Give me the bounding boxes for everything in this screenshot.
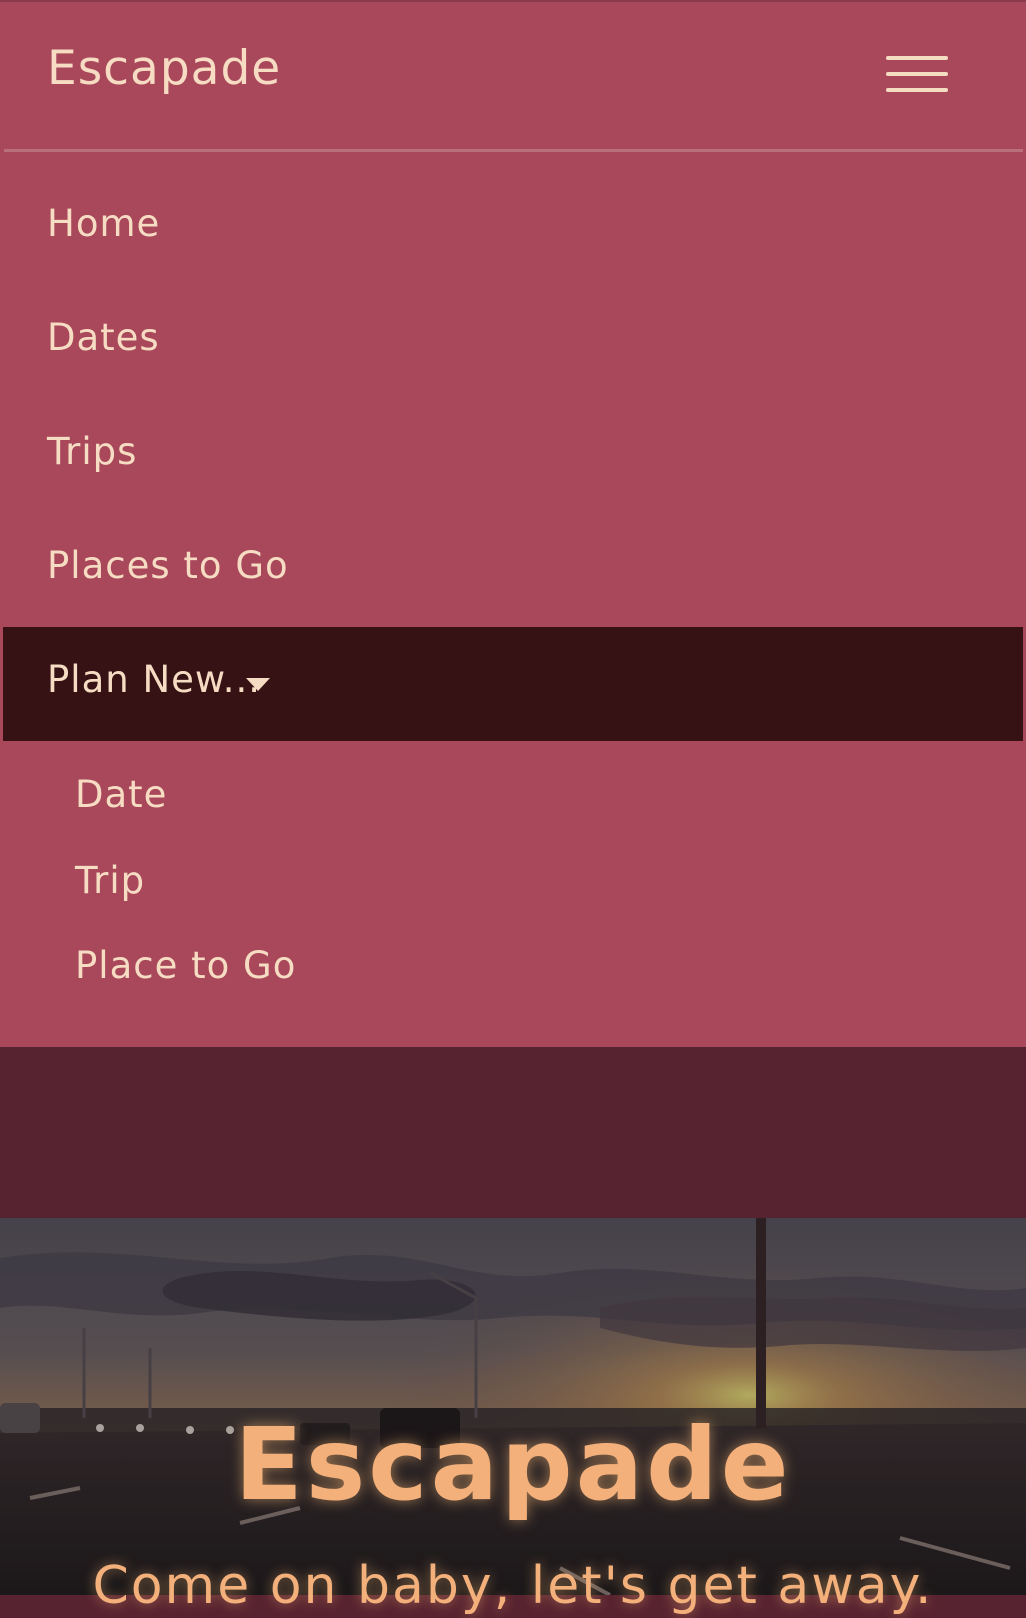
hero-subtitle: Come on baby, let's get away. [92,1556,934,1616]
hamburger-icon-bar [886,72,948,76]
caret-down-icon [246,678,270,691]
plan-new-label: Plan New... [47,658,262,701]
hamburger-icon [886,56,948,60]
nav-item-home[interactable]: Home [47,201,160,247]
hamburger-icon-bar [886,88,948,92]
navbar: Escapade Home Dates Trips Places to Go P… [0,0,1026,1047]
dropdown-item-place-to-go[interactable]: Place to Go [75,943,296,989]
hamburger-menu-button[interactable] [878,48,952,100]
nav-item-trips[interactable]: Trips [47,429,137,475]
dropdown-item-date[interactable]: Date [75,772,167,818]
nav-item-places-to-go[interactable]: Places to Go [47,543,289,589]
navbar-divider [4,149,1023,152]
plan-new-dropdown-toggle[interactable]: Plan New... [3,627,1023,741]
brand-logo[interactable]: Escapade [47,40,281,98]
hero-title: Escapade [234,1406,792,1523]
dropdown-item-trip[interactable]: Trip [75,858,145,904]
nav-item-dates[interactable]: Dates [47,315,160,361]
